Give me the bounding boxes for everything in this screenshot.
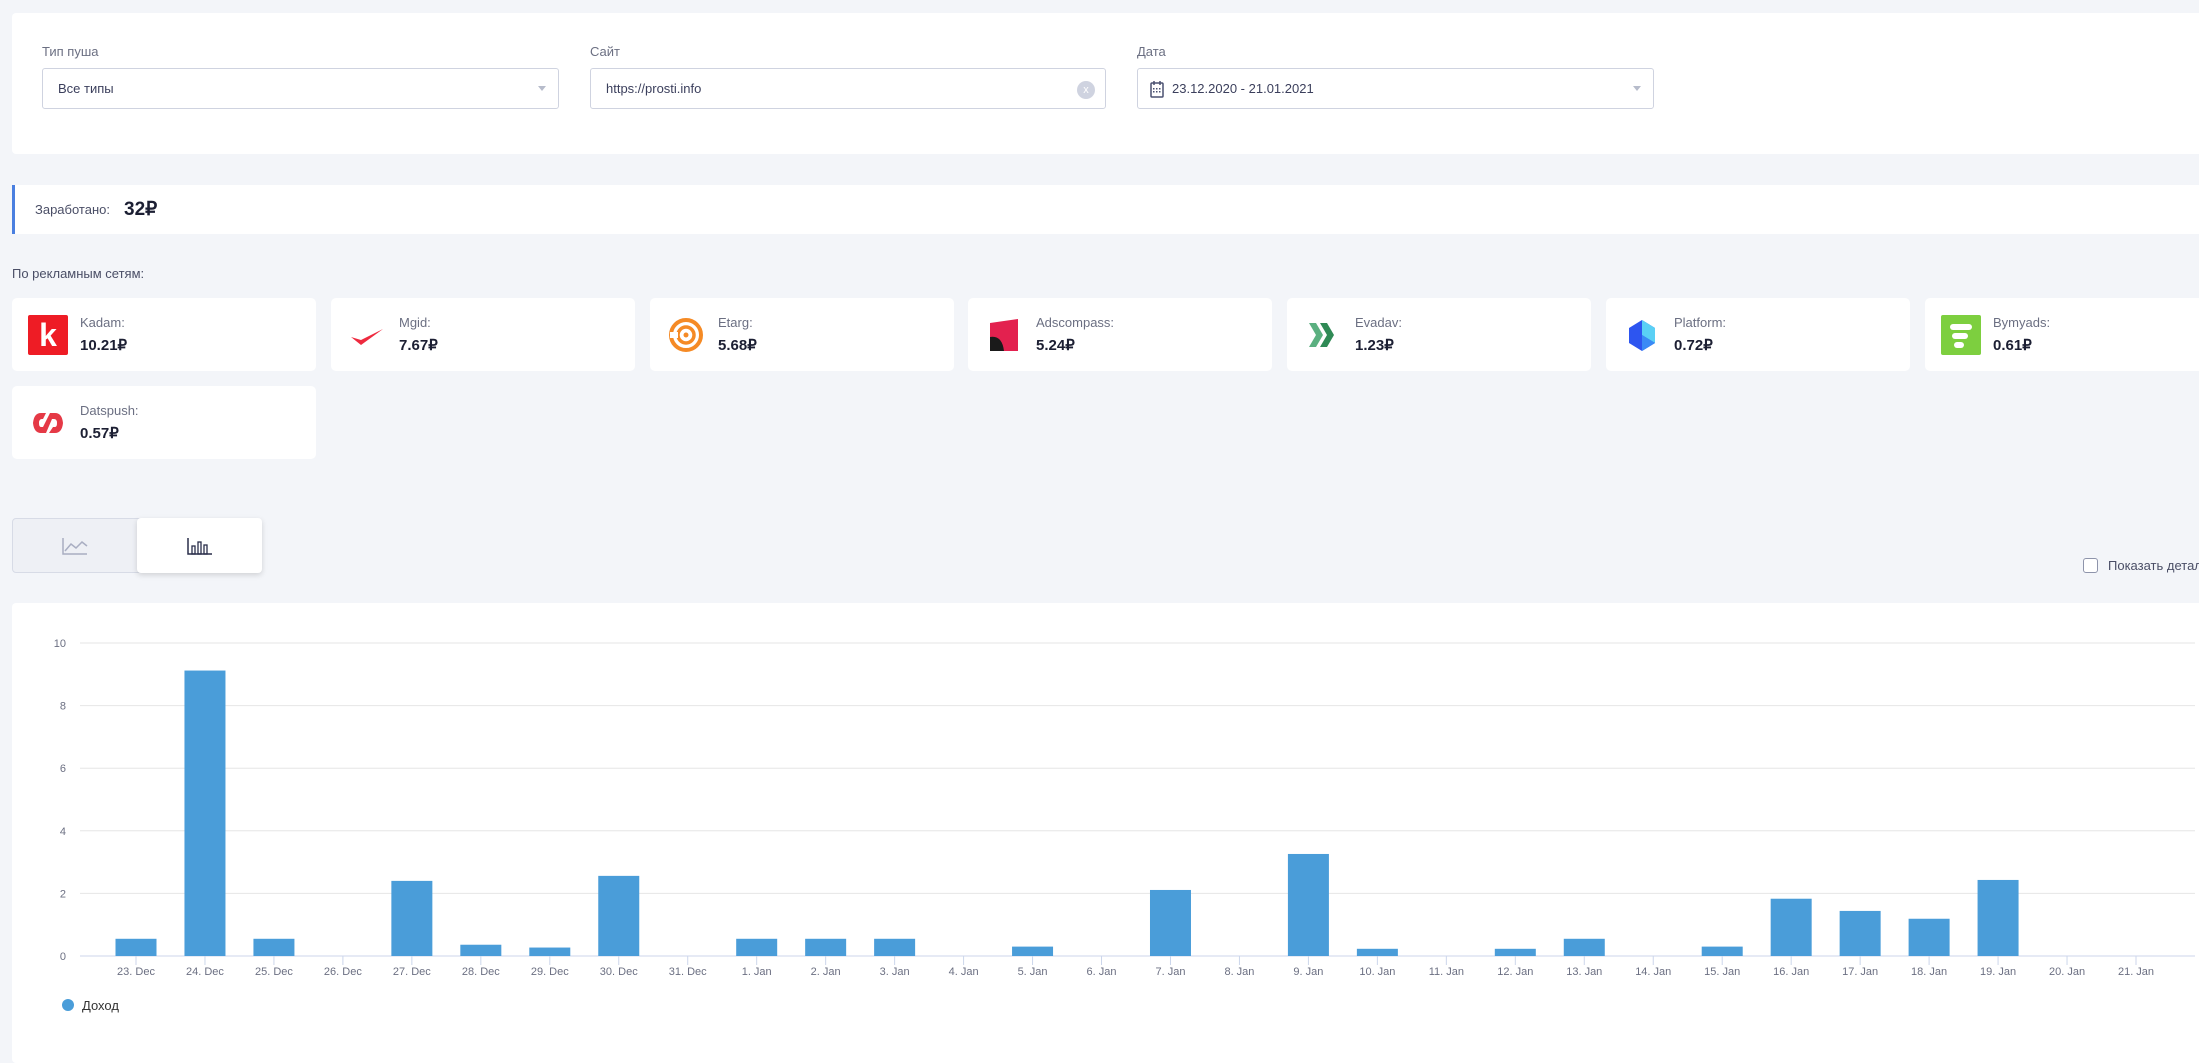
x-tick-label: 12. Jan — [1497, 966, 1533, 978]
bar-15-Jan — [1701, 946, 1743, 956]
x-tick-label: 20. Jan — [2049, 966, 2085, 978]
x-tick-label: 17. Jan — [1842, 966, 1878, 978]
x-tick-label: 23. Dec — [117, 966, 155, 978]
bar-23-Dec — [115, 938, 157, 956]
x-tick-label: 8. Jan — [1224, 966, 1254, 978]
x-tick-label: 1. Jan — [742, 966, 772, 978]
y-tick-label: 10 — [54, 638, 66, 650]
x-tick-label: 26. Dec — [324, 966, 362, 978]
bar-5-Jan — [1012, 946, 1054, 956]
x-tick-label: 14. Jan — [1635, 966, 1671, 978]
y-tick-label: 8 — [60, 701, 66, 713]
y-tick-label: 2 — [60, 888, 66, 900]
bar-25-Dec — [253, 938, 295, 956]
x-tick-label: 5. Jan — [1018, 966, 1048, 978]
x-tick-label: 18. Jan — [1911, 966, 1947, 978]
income-bar-chart: 0 2 4 6 8 10 23. Dec 24. Dec 25. Dec 26. Dec 27. D… — [54, 638, 2195, 1013]
bar-28-Dec — [460, 944, 502, 956]
x-tick-label: 4. Jan — [949, 966, 979, 978]
x-tick-label: 21. Jan — [2118, 966, 2154, 978]
y-tick-label: 6 — [60, 763, 66, 775]
bar-1-Jan — [736, 938, 778, 956]
x-tick-label: 19. Jan — [1980, 966, 2016, 978]
x-tick-label: 3. Jan — [880, 966, 910, 978]
y-tick-label: 4 — [60, 826, 66, 838]
y-tick-label: 0 — [60, 951, 66, 963]
bar-10-Jan — [1356, 948, 1398, 956]
bar-16-Jan — [1770, 898, 1812, 956]
legend-label: Доход — [82, 998, 119, 1013]
bar-3-Jan — [874, 938, 916, 956]
bar-24-Dec — [184, 670, 226, 956]
x-tick-label: 24. Dec — [186, 966, 224, 978]
x-tick-label: 13. Jan — [1566, 966, 1602, 978]
bar-7-Jan — [1149, 889, 1191, 956]
bar-2-Jan — [805, 938, 847, 956]
x-tick-label: 29. Dec — [531, 966, 569, 978]
x-tick-label: 2. Jan — [811, 966, 841, 978]
bar-9-Jan — [1287, 853, 1329, 956]
bar-29-Dec — [529, 947, 571, 956]
x-tick-label: 6. Jan — [1087, 966, 1117, 978]
bar-17-Jan — [1839, 910, 1881, 956]
bar-12-Jan — [1494, 948, 1536, 956]
x-tick-label: 15. Jan — [1704, 966, 1740, 978]
bar-19-Jan — [1977, 879, 2019, 956]
x-tick-label: 31. Dec — [669, 966, 707, 978]
bar-27-Dec — [391, 880, 433, 956]
x-tick-label: 27. Dec — [393, 966, 431, 978]
x-tick-label: 28. Dec — [462, 966, 500, 978]
x-tick-label: 9. Jan — [1293, 966, 1323, 978]
x-tick-label: 7. Jan — [1155, 966, 1185, 978]
x-tick-label: 11. Jan — [1429, 966, 1464, 978]
bar-30-Dec — [598, 875, 640, 956]
bar-18-Jan — [1908, 918, 1950, 956]
x-tick-label: 10. Jan — [1359, 966, 1395, 978]
legend-marker — [62, 999, 74, 1011]
x-tick-label: 25. Dec — [255, 966, 293, 978]
bar-13-Jan — [1563, 938, 1605, 956]
x-tick-label: 16. Jan — [1773, 966, 1809, 978]
x-tick-label: 30. Dec — [600, 966, 638, 978]
